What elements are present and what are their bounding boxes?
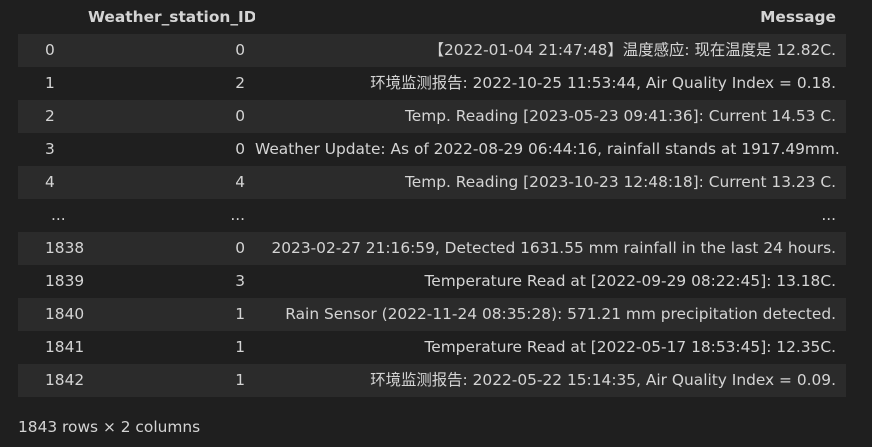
cell-message: ...: [821, 206, 836, 224]
ellipsis-row: ... ... ...: [18, 199, 846, 232]
row-index: 1: [45, 74, 55, 92]
row-index: 1840: [45, 305, 85, 323]
row-index: 1841: [45, 338, 85, 356]
cell-message: Temp. Reading [2023-05-23 09:41:36]: Cur…: [405, 107, 836, 125]
cell-weather-station-id: 1: [235, 338, 245, 356]
table-row: 4 4 Temp. Reading [2023-10-23 12:48:18]:…: [18, 166, 846, 199]
notebook-output: Weather_station_ID Message 0 0 【2022-01-…: [0, 0, 872, 447]
table-row: 2 0 Temp. Reading [2023-05-23 09:41:36]:…: [18, 100, 846, 133]
cell-weather-station-id: 0: [235, 239, 245, 257]
cell-message: Rain Sensor (2022-11-24 08:35:28): 571.2…: [285, 305, 836, 323]
row-index: 1838: [45, 239, 85, 257]
cell-message: 环境监测报告: 2022-05-22 15:14:35, Air Quality…: [370, 371, 836, 389]
cell-weather-station-id: 0: [235, 41, 245, 59]
row-index: 0: [45, 41, 55, 59]
header-row: Weather_station_ID Message: [18, 1, 846, 34]
column-header-message: Message: [760, 8, 836, 26]
table-row: 1840 1 Rain Sensor (2022-11-24 08:35:28)…: [18, 298, 846, 331]
table-row: 1839 3 Temperature Read at [2022-09-29 0…: [18, 265, 846, 298]
cell-message: 2023-02-27 21:16:59, Detected 1631.55 mm…: [271, 239, 836, 257]
cell-weather-station-id: 4: [235, 173, 245, 191]
cell-message: Temperature Read at [2022-05-17 18:53:45…: [424, 338, 836, 356]
row-index: ...: [51, 206, 66, 224]
index-header: [18, 1, 88, 34]
table-row: 1842 1 环境监测报告: 2022-05-22 15:14:35, Air …: [18, 364, 846, 397]
cell-weather-station-id: 0: [235, 107, 245, 125]
row-index: 4: [45, 173, 55, 191]
cell-weather-station-id: 1: [235, 305, 245, 323]
table-row: 1 2 环境监测报告: 2022-10-25 11:53:44, Air Qua…: [18, 67, 846, 100]
table-row: 1838 0 2023-02-27 21:16:59, Detected 163…: [18, 232, 846, 265]
cell-message: Temperature Read at [2022-09-29 08:22:45…: [424, 272, 836, 290]
cell-weather-station-id: 0: [235, 140, 245, 158]
cell-message: 环境监测报告: 2022-10-25 11:53:44, Air Quality…: [370, 74, 836, 92]
column-header-weather-station-id: Weather_station_ID: [88, 8, 255, 26]
cell-message: Weather Update: As of 2022-08-29 06:44:1…: [255, 140, 840, 158]
row-index: 2: [45, 107, 55, 125]
table-row: 0 0 【2022-01-04 21:47:48】温度感应: 现在温度是 12.…: [18, 34, 846, 67]
dataframe-table: Weather_station_ID Message 0 0 【2022-01-…: [18, 1, 846, 397]
table-row: 3 0 Weather Update: As of 2022-08-29 06:…: [18, 133, 846, 166]
row-index: 1839: [45, 272, 85, 290]
table-row: 1841 1 Temperature Read at [2022-05-17 1…: [18, 331, 846, 364]
row-index: 3: [45, 140, 55, 158]
cell-weather-station-id: 1: [235, 371, 245, 389]
cell-weather-station-id: 2: [235, 74, 245, 92]
cell-weather-station-id: ...: [230, 206, 245, 224]
cell-weather-station-id: 3: [235, 272, 245, 290]
dataframe-shape-summary: 1843 rows × 2 columns: [18, 418, 201, 436]
cell-message: Temp. Reading [2023-10-23 12:48:18]: Cur…: [405, 173, 836, 191]
row-index: 1842: [45, 371, 85, 389]
cell-message: 【2022-01-04 21:47:48】温度感应: 现在温度是 12.82C.: [428, 41, 836, 59]
